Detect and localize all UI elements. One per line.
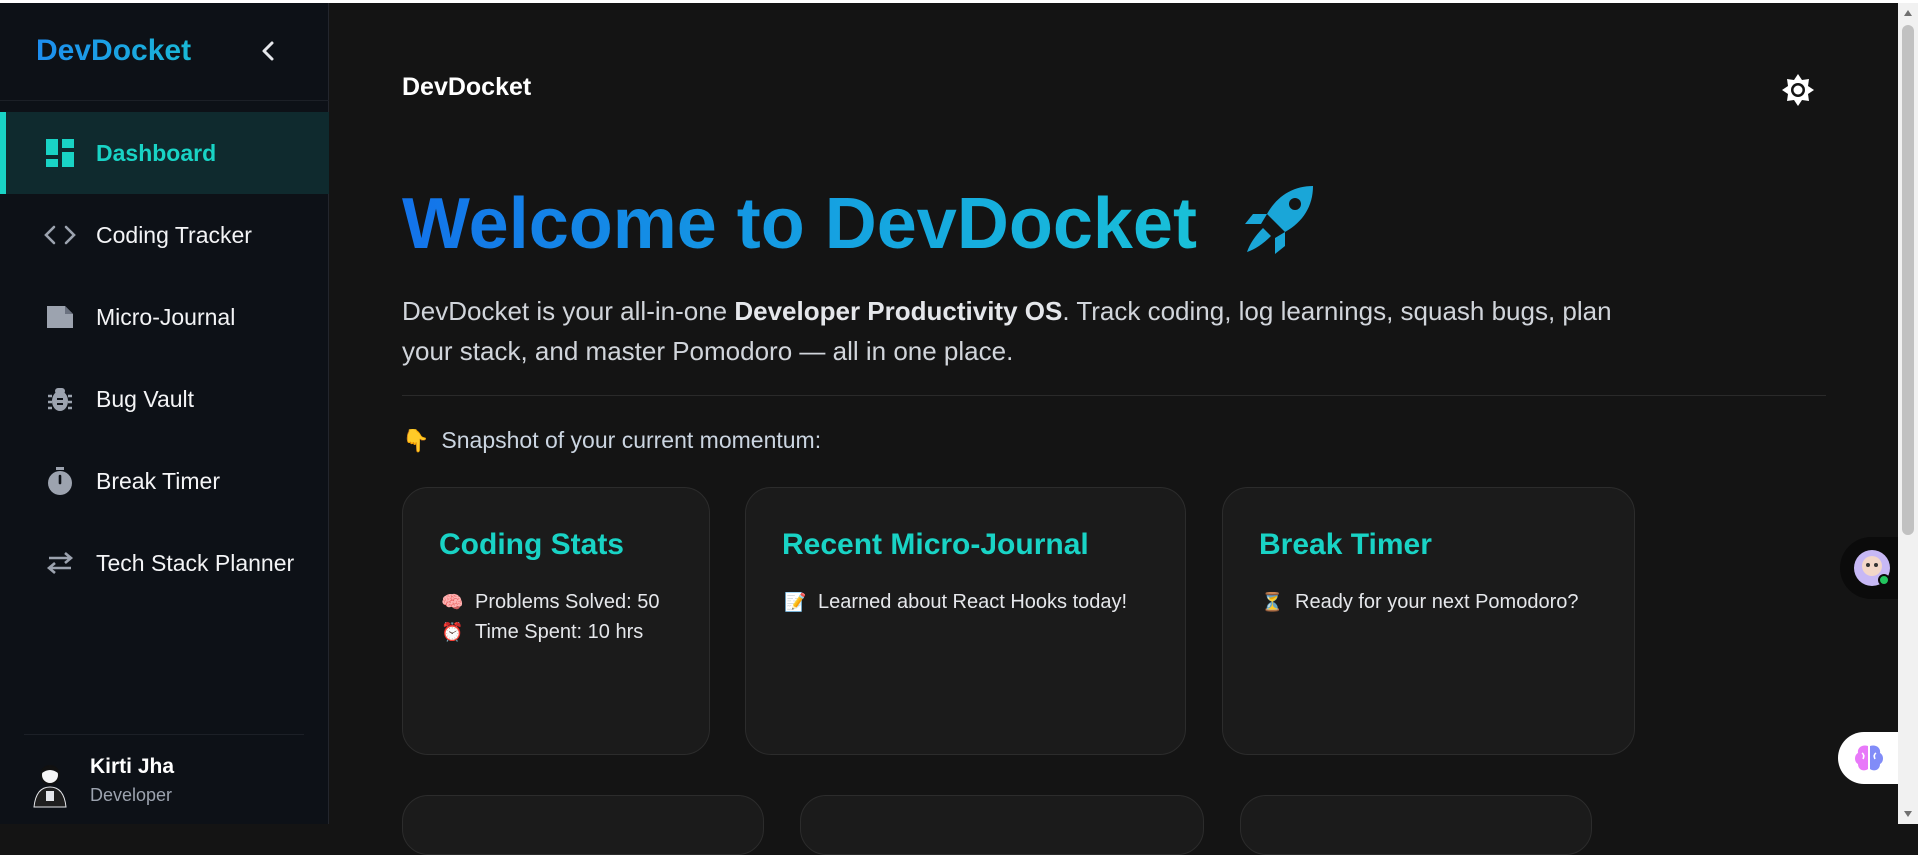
sidebar-item-micro-journal[interactable]: Micro-Journal: [0, 276, 329, 358]
sidebar-item-break-timer[interactable]: Break Timer: [0, 440, 329, 522]
stopwatch-icon: [44, 465, 76, 497]
user-profile[interactable]: Kirti Jha Developer: [24, 751, 314, 811]
brain-widget-button[interactable]: [1838, 732, 1900, 784]
brain-icon: [1855, 745, 1883, 771]
card-line-text: Learned about React Hooks today!: [818, 591, 1128, 613]
card-line: 📝 Learned about React Hooks today!: [784, 591, 1127, 614]
card-title: Coding Stats: [439, 528, 624, 561]
brand-logo[interactable]: DevDocket: [36, 34, 191, 68]
coding-stats-card[interactable]: Coding Stats 🧠 Problems Solved: 50 ⏰ Tim…: [402, 487, 710, 755]
snapshot-text: Snapshot of your current momentum:: [441, 427, 822, 453]
assistant-avatar-icon: [1854, 550, 1890, 586]
sidebar-item-dashboard[interactable]: Dashboard: [0, 112, 329, 194]
hero-title: Welcome to DevDocket: [402, 183, 1317, 265]
sidebar-nav: Dashboard Coding Tracker Micro-Journal B…: [0, 112, 329, 604]
intro-text-start: DevDocket is your all-in-one: [402, 296, 735, 326]
rocket-icon: [1244, 186, 1313, 254]
card-line-text: Problems Solved: 50: [475, 591, 660, 613]
dashboard-icon: [44, 137, 76, 169]
card-line-text: Time Spent: 10 hrs: [475, 621, 644, 643]
hourglass-icon: ⏳: [1261, 592, 1284, 612]
sidebar-item-label: Dashboard: [96, 139, 217, 166]
file-icon: [44, 301, 76, 333]
avatar: [33, 765, 67, 808]
theme-toggle-button[interactable]: [1778, 70, 1818, 110]
sidebar: DevDocket Dashboard Coding Tracker Micro…: [0, 3, 329, 824]
memo-icon: 📝: [784, 592, 807, 612]
page-title: DevDocket: [402, 73, 532, 101]
sidebar-item-label: Coding Tracker: [96, 221, 252, 248]
bug-icon: [44, 383, 76, 415]
main-content: DevDocket Welcome to DevDocket DevDocket…: [330, 3, 1898, 855]
divider: [402, 395, 1826, 396]
sidebar-header: DevDocket: [0, 3, 329, 101]
sidebar-item-coding-tracker[interactable]: Coding Tracker: [0, 194, 329, 276]
scroll-thumb[interactable]: [1902, 25, 1914, 535]
recent-micro-journal-card[interactable]: Recent Micro-Journal 📝 Learned about Rea…: [745, 487, 1186, 755]
sun-icon: [1782, 74, 1814, 106]
sidebar-item-bug-vault[interactable]: Bug Vault: [0, 358, 329, 440]
sidebar-item-label: Micro-Journal: [96, 303, 236, 330]
vertical-scrollbar[interactable]: [1898, 3, 1918, 824]
assistant-avatar-button[interactable]: [1840, 537, 1904, 599]
intro-paragraph: DevDocket is your all-in-one Developer P…: [402, 291, 1632, 371]
arrows-swap-icon: [44, 547, 76, 579]
card-line: ⏰ Time Spent: 10 hrs: [441, 621, 643, 644]
card-line-text: Ready for your next Pomodoro?: [1295, 591, 1579, 613]
brain-icon: 🧠: [441, 592, 464, 612]
card-line: 🧠 Problems Solved: 50: [441, 591, 660, 614]
divider: [24, 734, 304, 735]
pointing-down-icon: 👇: [402, 427, 430, 453]
card-partial[interactable]: [402, 795, 764, 855]
break-timer-card[interactable]: Break Timer ⏳ Ready for your next Pomodo…: [1222, 487, 1635, 755]
collapse-sidebar-button[interactable]: [255, 36, 281, 66]
user-name: Kirti Jha: [90, 755, 175, 778]
sidebar-item-tech-stack-planner[interactable]: Tech Stack Planner: [0, 522, 329, 604]
sidebar-item-label: Break Timer: [96, 467, 220, 494]
code-icon: [44, 219, 76, 251]
intro-text-bold: Developer Productivity OS: [734, 296, 1063, 326]
sidebar-item-label: Bug Vault: [96, 385, 195, 412]
scroll-up-arrow-icon[interactable]: [1898, 5, 1918, 21]
snapshot-heading: 👇 Snapshot of your current momentum:: [402, 427, 821, 454]
chevron-left-icon: [262, 41, 274, 61]
card-line: ⏳ Ready for your next Pomodoro?: [1261, 591, 1579, 614]
alarm-clock-icon: ⏰: [441, 622, 464, 642]
user-role: Developer: [90, 785, 173, 805]
card-partial[interactable]: [800, 795, 1204, 855]
hero-title-text: Welcome to DevDocket: [402, 184, 1197, 264]
card-title: Break Timer: [1259, 528, 1432, 561]
card-title: Recent Micro-Journal: [782, 528, 1089, 561]
card-partial[interactable]: [1240, 795, 1592, 855]
sidebar-item-label: Tech Stack Planner: [96, 549, 295, 576]
scroll-down-arrow-icon[interactable]: [1898, 806, 1918, 822]
